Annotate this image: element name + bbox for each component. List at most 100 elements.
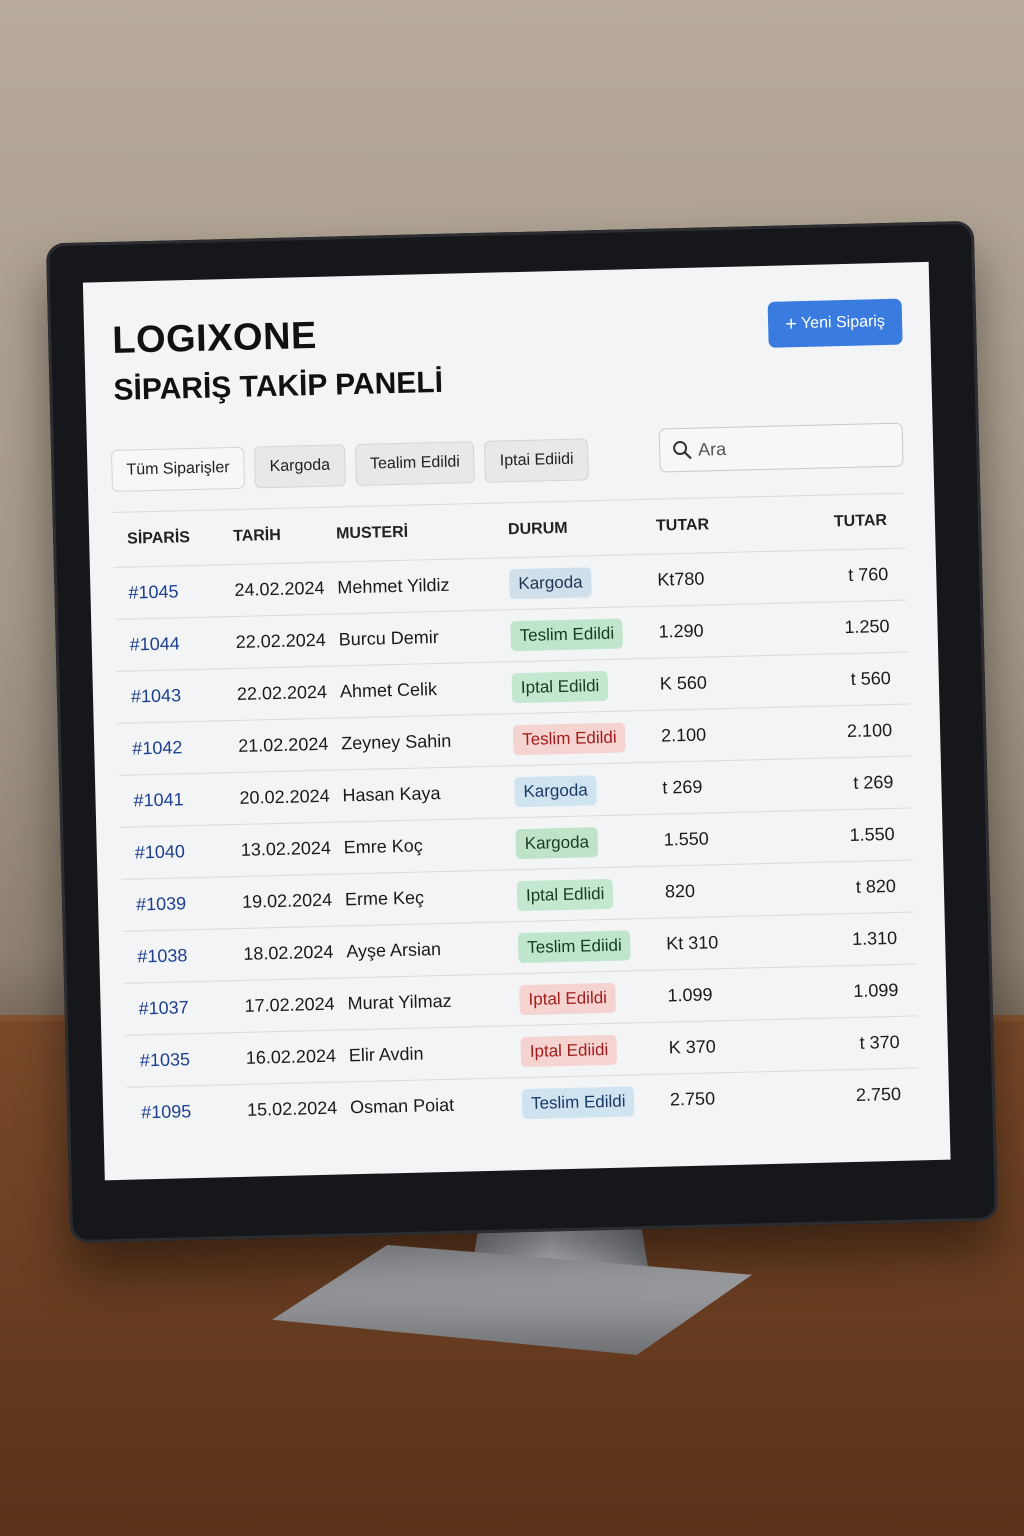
order-id[interactable]: #1038 [123, 944, 243, 968]
amount-total: 1.250 [844, 615, 890, 638]
amount-total: t 760 [847, 564, 889, 585]
status-badge: Teslim Ediidi [517, 929, 632, 963]
order-date: 21.02.2024 [238, 733, 329, 756]
status-cell: Iptal Edildi [511, 669, 661, 703]
new-order-label: Yeni Sipariş [800, 313, 886, 333]
status-cell: Teslim Edildi [510, 617, 659, 651]
status-cell: Iptal Ediidi [520, 1033, 669, 1067]
filter-all-orders[interactable]: Tüm Siparişler [110, 446, 246, 492]
search-input[interactable]: Ara [658, 422, 904, 473]
amount-total: 2.100 [846, 719, 893, 742]
status-badge: Kargoda [509, 566, 592, 599]
customer-name: Ayşe Arsian [346, 939, 442, 962]
amount: K 370 [668, 1036, 717, 1058]
filter-delivered[interactable]: Tealim Edildi [354, 441, 476, 486]
amount-total: t 370 [859, 1031, 900, 1053]
plus-icon: + [785, 313, 798, 336]
amount-total: t 269 [853, 771, 894, 793]
amount: 1.550 [663, 828, 709, 850]
status-cell: Iptal Edlidi [516, 877, 666, 911]
status-badge: Iptal Edildi [519, 982, 617, 1015]
column-header-status[interactable]: DURUM [508, 518, 656, 540]
status-cell: Kargoda [514, 773, 663, 807]
status-badge: Teslim Edildi [512, 721, 627, 755]
amount-total: 2.750 [855, 1083, 902, 1105]
order-id[interactable]: #1039 [122, 892, 242, 916]
order-date: 24.02.2024 [234, 577, 325, 600]
customer-name: Burcu Demir [338, 627, 439, 650]
order-date: 16.02.2024 [245, 1045, 337, 1068]
customer-name: Zeyney Sahin [340, 730, 452, 754]
order-id[interactable]: #1041 [119, 788, 239, 812]
amount-total: 1.310 [851, 927, 898, 949]
customer-name: Elir Avdin [348, 1043, 424, 1066]
status-badge: Kargoda [515, 826, 599, 859]
amount: K 560 [659, 672, 708, 694]
customer-name: Hasan Kaya [342, 783, 441, 806]
amount: t 269 [662, 776, 703, 798]
customer-name: Osman Poiat [349, 1094, 455, 1118]
order-date: 22.02.2024 [235, 629, 327, 652]
status-cell: Kargoda [509, 565, 658, 599]
status-badge: Iptal Edildi [511, 670, 609, 703]
status-badge: Teslim Edildi [510, 618, 624, 651]
amount-total: 1.550 [849, 823, 895, 846]
order-id[interactable]: #1037 [124, 996, 244, 1020]
amount-total: t 820 [855, 875, 897, 897]
order-id[interactable]: #1095 [127, 1100, 247, 1124]
status-filter-tabs: Tüm Siparişler Kargoda Tealim Edildi Ipt… [110, 438, 590, 492]
order-date: 15.02.2024 [246, 1097, 338, 1120]
amount: 1.290 [658, 620, 704, 642]
status-badge: Iptal Edlidi [516, 878, 614, 911]
column-header-amount[interactable]: TUTAR [656, 514, 786, 535]
amount: Kt 310 [665, 932, 719, 954]
customer-name: Murat Yilmaz [347, 990, 452, 1014]
customer-name: Mehmet Yildiz [337, 574, 450, 598]
customer-name: Emre Koç [343, 835, 424, 858]
search-icon [673, 441, 692, 459]
amount: 1.099 [667, 984, 713, 1006]
column-header-order[interactable]: SİPARİS [113, 528, 233, 549]
amount: 2.100 [660, 724, 707, 746]
amount: Kt780 [657, 568, 705, 590]
amount: 2.750 [669, 1088, 716, 1110]
customer-name: Ahmet Celik [339, 679, 438, 702]
order-date: 13.02.2024 [240, 837, 332, 860]
column-header-customer[interactable]: MUSTERİ [336, 521, 508, 543]
status-cell: Kargoda [515, 825, 664, 859]
status-cell: Teslim Ediidi [517, 929, 667, 963]
monitor: LOGIXONE SİPARİŞ TAKİP PANELİ + Yeni Sip… [45, 220, 999, 1244]
table-body: #1045 24.02.2024 Mehmet Yildiz Kargoda Kt780… [113, 547, 920, 1139]
order-id[interactable]: #1045 [114, 580, 234, 604]
status-badge: Kargoda [514, 774, 598, 807]
column-header-date[interactable]: TARİH [233, 525, 336, 546]
order-id[interactable]: #1035 [126, 1048, 246, 1072]
order-id[interactable]: #1042 [118, 736, 238, 760]
status-cell: Teslim Edildi [512, 721, 662, 755]
order-date: 17.02.2024 [244, 993, 335, 1016]
order-date: 18.02.2024 [243, 941, 334, 964]
status-badge: Teslim Edildi [521, 1085, 635, 1119]
amount-total: 1.099 [853, 979, 899, 1001]
app-screen: LOGIXONE SİPARİŞ TAKİP PANELİ + Yeni Sip… [82, 261, 951, 1181]
order-date: 19.02.2024 [241, 889, 333, 912]
column-header-amount-total[interactable]: TUTAR [786, 512, 905, 533]
orders-table: SİPARİS TARİH MUSTERİ DURUM TUTAR TUTAR … [112, 492, 920, 1139]
page-title: SİPARİŞ TAKİP PANELİ [113, 365, 444, 407]
amount-total: t 560 [850, 667, 892, 689]
status-cell: Teslim Edildi [521, 1085, 671, 1119]
new-order-button[interactable]: + Yeni Sipariş [767, 298, 903, 348]
status-cell: Iptal Edildi [519, 981, 668, 1015]
brand-logo-text: LOGIXONE [111, 314, 318, 362]
order-date: 20.02.2024 [239, 785, 330, 808]
filter-cancelled[interactable]: Iptai Ediidi [484, 438, 590, 483]
order-id[interactable]: #1043 [117, 684, 237, 708]
order-id[interactable]: #1040 [121, 840, 241, 864]
customer-name: Erme Keç [344, 887, 425, 910]
filter-in-shipping[interactable]: Kargoda [254, 444, 346, 489]
order-id[interactable]: #1044 [116, 632, 236, 656]
amount: 820 [664, 880, 696, 902]
search-placeholder: Ara [697, 438, 727, 460]
status-badge: Iptal Ediidi [520, 1034, 618, 1067]
order-date: 22.02.2024 [236, 681, 328, 704]
